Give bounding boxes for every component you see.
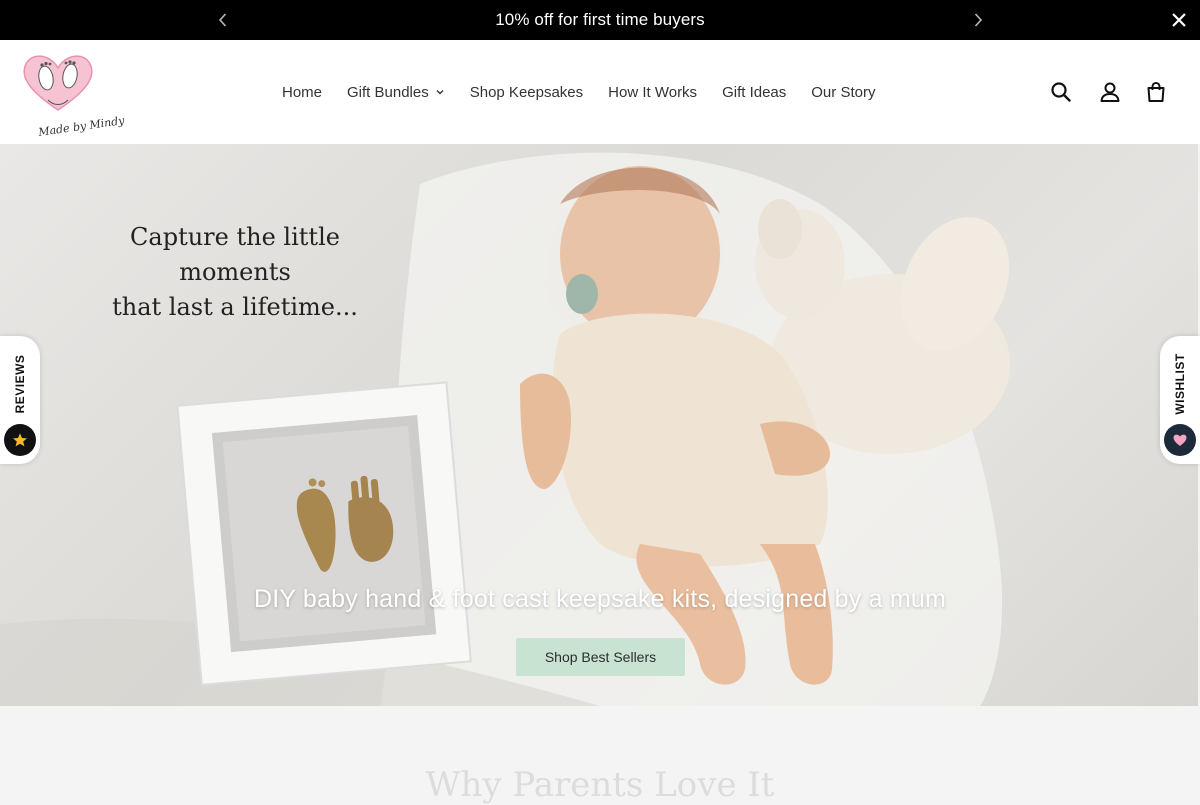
main-nav: Home Gift Bundles Shop Keepsakes How It …: [282, 80, 900, 104]
wishlist-tab[interactable]: WISHLIST: [1160, 336, 1200, 464]
nav-gift-bundles[interactable]: Gift Bundles: [347, 84, 445, 101]
nav-home[interactable]: Home: [282, 84, 322, 101]
announcement-text: 10% off for first time buyers: [495, 10, 705, 29]
chevron-right-icon[interactable]: [966, 8, 990, 32]
nav-gift-ideas[interactable]: Gift Ideas: [722, 84, 786, 101]
nav-shop-keepsakes[interactable]: Shop Keepsakes: [470, 84, 583, 101]
reviews-badge: [4, 424, 36, 456]
star-icon: [13, 433, 27, 447]
hero-tagline-line2: that last a lifetime...: [112, 293, 358, 321]
site-header: Made by Mindy Home Gift Bundles Shop Kee…: [0, 40, 1200, 144]
hero-subtitle: DIY baby hand & foot cast keepsake kits,…: [253, 585, 947, 613]
wishlist-tab-label: WISHLIST: [1173, 353, 1187, 415]
section-title-why-parents: Why Parents Love It: [425, 765, 775, 805]
wishlist-badge: [1164, 424, 1196, 456]
close-icon[interactable]: [1168, 9, 1190, 31]
chevron-left-icon[interactable]: [211, 8, 235, 32]
heart-icon: [1173, 434, 1187, 446]
chevron-down-icon: [436, 90, 444, 95]
shop-best-sellers-button[interactable]: Shop Best Sellers: [516, 638, 685, 676]
nav-our-story[interactable]: Our Story: [811, 84, 875, 101]
reviews-tab-label: REVIEWS: [13, 354, 27, 414]
search-icon[interactable]: [1049, 80, 1073, 104]
announcement-bar: 10% off for first time buyers: [0, 0, 1200, 40]
hero-tagline-line1: Capture the little moments: [130, 223, 340, 286]
reviews-tab[interactable]: REVIEWS: [0, 336, 40, 464]
account-icon[interactable]: [1098, 80, 1122, 104]
logo[interactable]: Made by Mindy: [18, 48, 125, 139]
nav-how-it-works[interactable]: How It Works: [608, 84, 697, 101]
hero-tagline: Capture the little moments that last a l…: [80, 220, 390, 325]
nav-gift-bundles-label: Gift Bundles: [347, 83, 429, 101]
hero-banner: Capture the little moments that last a l…: [0, 144, 1198, 706]
cart-icon[interactable]: [1144, 80, 1168, 104]
